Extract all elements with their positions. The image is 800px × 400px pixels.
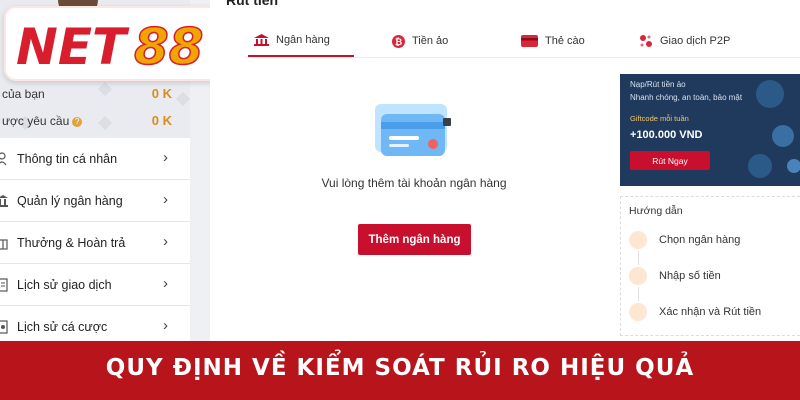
tab-bank[interactable]: Ngân hàng — [248, 25, 354, 57]
crypto-icon: ₿ — [392, 34, 405, 48]
sidebar-item-label: Quản lý ngân hàng — [17, 194, 123, 208]
guide-step-label: Nhập số tiền — [659, 270, 721, 282]
card-icon — [521, 35, 538, 47]
balance-value: 0 K — [151, 113, 172, 128]
chevron-right-icon: › — [163, 275, 168, 292]
sidebar-item-label: Thông tin cá nhân — [17, 152, 118, 166]
guide-panel: Hướng dẫn Chọn ngân hàng Nhập số tiền Xá… — [620, 196, 800, 336]
guide-step: Nhập số tiền — [629, 267, 799, 287]
balance-label: của bạn — [2, 87, 45, 101]
add-bank-button[interactable]: Thêm ngân hàng — [358, 224, 471, 255]
check-icon — [629, 231, 647, 249]
sidebar-item-label: Lịch sử cá cược — [17, 320, 108, 334]
guide-title: Hướng dẫn — [629, 205, 683, 217]
guide-step-label: Chọn ngân hàng — [659, 234, 741, 246]
tab-p2p[interactable]: Giao dịch P2P — [639, 25, 730, 57]
bet-history-icon — [0, 320, 8, 334]
info-icon[interactable]: ? — [72, 116, 83, 127]
tab-label: Thẻ cào — [545, 35, 585, 47]
logo-text-88: 88 — [134, 18, 204, 76]
gift-icon — [0, 239, 8, 250]
logo-text-net: NET — [16, 18, 130, 76]
balance-value: 0 K — [151, 86, 172, 101]
sidebar-item-rewards[interactable]: Thưởng & Hoàn trả › — [0, 222, 190, 264]
guide-step: Xác nhận và Rút tiền — [629, 303, 799, 323]
balance-row: của bạn 0 K — [0, 84, 180, 104]
promo-amount: +100.000 VND — [630, 129, 703, 141]
chevron-right-icon: › — [163, 317, 168, 334]
guide-step: Chọn ngân hàng — [629, 231, 799, 251]
tab-bar: Ngân hàng ₿ Tiền ảo Thẻ cào Giao dịch P2… — [248, 25, 800, 57]
sidebar-item-bank-management[interactable]: Quản lý ngân hàng › — [0, 180, 190, 222]
tab-label: Ngân hàng — [276, 34, 330, 46]
guide-connector — [638, 287, 639, 301]
amount-icon — [629, 267, 647, 285]
bank-card-illustration — [375, 104, 451, 156]
chevron-right-icon: › — [163, 191, 168, 208]
tab-crypto[interactable]: ₿ Tiền ảo — [392, 25, 448, 57]
promo-line: Nhanh chóng, an toàn, bảo mật — [630, 93, 743, 102]
page-title: Rút tiền — [226, 0, 279, 8]
sidebar-item-label: Lịch sử giao dịch — [17, 278, 112, 292]
bank-icon — [0, 195, 8, 207]
tab-label: Giao dịch P2P — [660, 35, 731, 47]
guide-connector — [638, 251, 639, 265]
withdraw-now-button[interactable]: Rút Ngay — [630, 151, 710, 170]
promo-banner[interactable]: Nạp/Rút tiền ảo Nhanh chóng, an toàn, bả… — [620, 74, 800, 186]
bank-icon — [254, 34, 269, 46]
tab-divider — [248, 57, 800, 58]
history-icon — [0, 278, 8, 292]
svg-text:₿: ₿ — [395, 37, 402, 48]
title-banner: QUY ĐỊNH VỀ KIỂM SOÁT RỦI RO HIỆU QUẢ — [0, 341, 800, 400]
sidebar-menu: Thông tin cá nhân › Quản lý ngân hàng › … — [0, 138, 190, 348]
tab-scratch-card[interactable]: Thẻ cào — [521, 25, 585, 57]
balance-label-text: ược yêu cầu — [2, 114, 70, 128]
confirm-icon — [629, 303, 647, 321]
chevron-right-icon: › — [163, 233, 168, 250]
balance-row: ược yêu cầu? 0 K — [0, 111, 180, 131]
withdraw-panel: Rút tiền Ngân hàng ₿ Tiền ảo Thẻ cào Gia… — [210, 0, 800, 345]
sidebar-item-label: Thưởng & Hoàn trả — [17, 236, 126, 250]
balance-label: ược yêu cầu? — [2, 114, 83, 128]
banner-title: QUY ĐỊNH VỀ KIỂM SOÁT RỦI RO HIỆU QUẢ — [105, 355, 695, 381]
promo-giftcode-label: Giftcode mỗi tuần — [630, 114, 689, 123]
chevron-right-icon: › — [163, 149, 168, 166]
user-icon — [0, 152, 7, 166]
sidebar-item-transaction-history[interactable]: Lịch sử giao dịch › — [0, 264, 190, 306]
guide-step-label: Xác nhận và Rút tiền — [659, 306, 762, 318]
sidebar-item-personal-info[interactable]: Thông tin cá nhân › — [0, 138, 190, 180]
promo-line: Nạp/Rút tiền ảo — [630, 80, 686, 89]
tab-label: Tiền ảo — [412, 35, 449, 47]
empty-state-message: Vui lòng thêm tài khoản ngân hàng — [321, 176, 507, 190]
p2p-icon — [640, 35, 652, 47]
